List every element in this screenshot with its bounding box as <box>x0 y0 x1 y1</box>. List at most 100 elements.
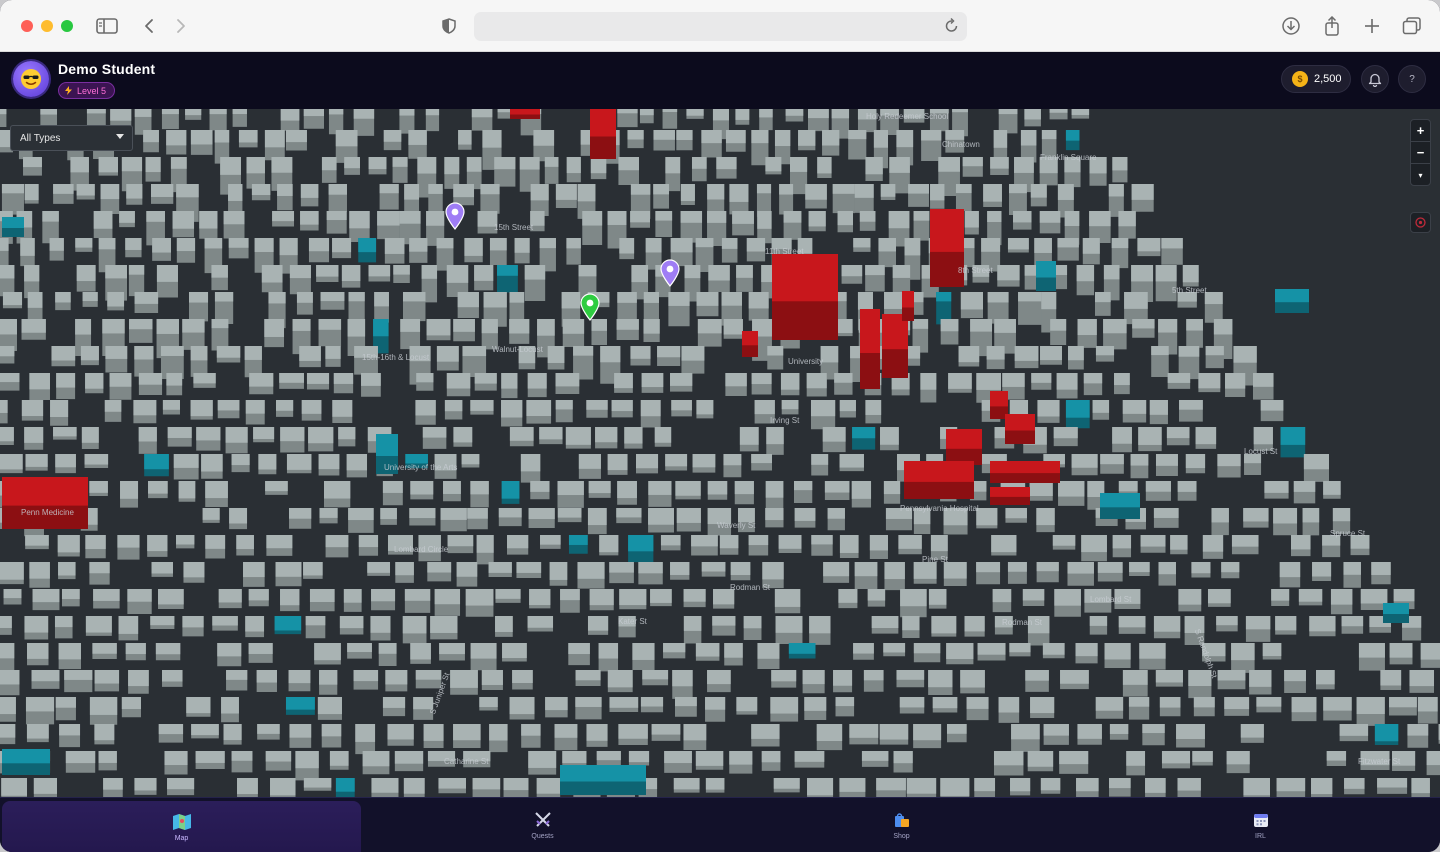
building <box>158 724 184 743</box>
zoom-in-button[interactable]: + <box>1411 120 1430 142</box>
building <box>530 481 550 500</box>
building <box>902 291 914 321</box>
downloads-icon[interactable] <box>1279 14 1303 38</box>
building <box>780 373 800 396</box>
new-tab-icon[interactable] <box>1360 14 1384 38</box>
building <box>1198 373 1221 393</box>
building <box>2 477 88 529</box>
building <box>155 643 181 661</box>
building <box>481 670 503 691</box>
building <box>617 109 638 128</box>
building <box>1298 589 1323 606</box>
building <box>1256 697 1282 713</box>
building <box>1027 751 1054 772</box>
building <box>410 481 434 500</box>
building <box>771 670 797 688</box>
building <box>810 400 836 430</box>
building <box>25 697 55 725</box>
sidebar-toggle-icon[interactable] <box>95 14 119 38</box>
building <box>906 778 937 797</box>
help-button[interactable]: ? <box>1398 65 1426 93</box>
location-pin-purple-icon[interactable] <box>445 202 465 230</box>
building <box>928 670 953 695</box>
building <box>721 238 738 263</box>
nav-item-shop[interactable]: Shop <box>722 798 1081 852</box>
zoom-out-button[interactable]: − <box>1411 142 1430 164</box>
city-map[interactable]: Chinatown Franklin Square 15th Street 11… <box>0 109 1440 797</box>
building <box>374 292 389 323</box>
building <box>859 211 876 231</box>
building <box>676 508 701 532</box>
building <box>238 130 258 148</box>
building <box>299 346 321 368</box>
building <box>775 616 803 644</box>
tab-overview-icon[interactable] <box>1400 14 1424 38</box>
building <box>719 535 739 555</box>
building <box>701 562 726 577</box>
building <box>660 535 681 551</box>
building <box>347 643 372 659</box>
building <box>884 562 905 591</box>
building <box>599 535 619 556</box>
building <box>1056 373 1078 399</box>
building <box>248 589 269 607</box>
nav-item-quests[interactable]: Quests <box>363 798 722 852</box>
building <box>591 319 607 346</box>
minimize-window-button[interactable] <box>41 20 53 32</box>
avatar[interactable] <box>13 61 49 97</box>
location-pin-green-icon[interactable] <box>580 293 600 321</box>
back-icon[interactable] <box>137 14 161 38</box>
building <box>402 292 426 322</box>
building <box>362 751 390 775</box>
forward-icon[interactable] <box>169 14 193 38</box>
address-bar[interactable] <box>474 12 967 41</box>
maximize-window-button[interactable] <box>61 20 73 32</box>
building <box>528 508 555 528</box>
building <box>696 292 719 317</box>
privacy-shield-icon[interactable] <box>437 14 461 38</box>
building <box>501 400 523 427</box>
building <box>1262 643 1282 660</box>
building <box>983 184 1002 207</box>
location-pin-purple-icon[interactable] <box>660 259 680 287</box>
building <box>590 157 607 180</box>
building <box>81 427 99 450</box>
coin-balance[interactable]: $ 2,500 <box>1281 65 1351 93</box>
building <box>461 454 480 468</box>
building <box>748 292 769 321</box>
building <box>92 643 117 659</box>
building <box>793 481 813 504</box>
building <box>643 319 660 343</box>
nav-item-map[interactable]: Map <box>2 801 361 852</box>
building <box>1075 643 1098 664</box>
building <box>104 400 122 422</box>
building <box>1409 670 1435 693</box>
building <box>878 238 897 268</box>
building <box>501 481 520 504</box>
building <box>2 749 50 775</box>
reload-icon[interactable] <box>945 17 959 38</box>
building <box>707 481 728 500</box>
notifications-button[interactable] <box>1361 65 1389 93</box>
building <box>209 109 227 131</box>
locate-me-button[interactable] <box>1410 212 1431 233</box>
building <box>118 616 139 641</box>
help-icon: ? <box>1409 73 1415 85</box>
nav-item-irl[interactable]: IRL <box>1081 798 1440 852</box>
building <box>557 508 582 523</box>
type-filter-select[interactable]: All Types <box>10 125 133 151</box>
building <box>0 670 20 696</box>
building <box>853 238 871 252</box>
building <box>1243 508 1269 528</box>
building <box>248 643 273 663</box>
building <box>409 508 436 526</box>
building <box>627 130 644 149</box>
building <box>759 109 773 131</box>
close-window-button[interactable] <box>21 20 33 32</box>
building <box>1343 562 1361 588</box>
share-icon[interactable] <box>1320 14 1344 38</box>
compass-button[interactable]: ▾ <box>1411 164 1430 186</box>
building <box>117 535 140 560</box>
building <box>653 184 670 209</box>
app-header: Demo Student Level 5 <box>0 52 1440 109</box>
